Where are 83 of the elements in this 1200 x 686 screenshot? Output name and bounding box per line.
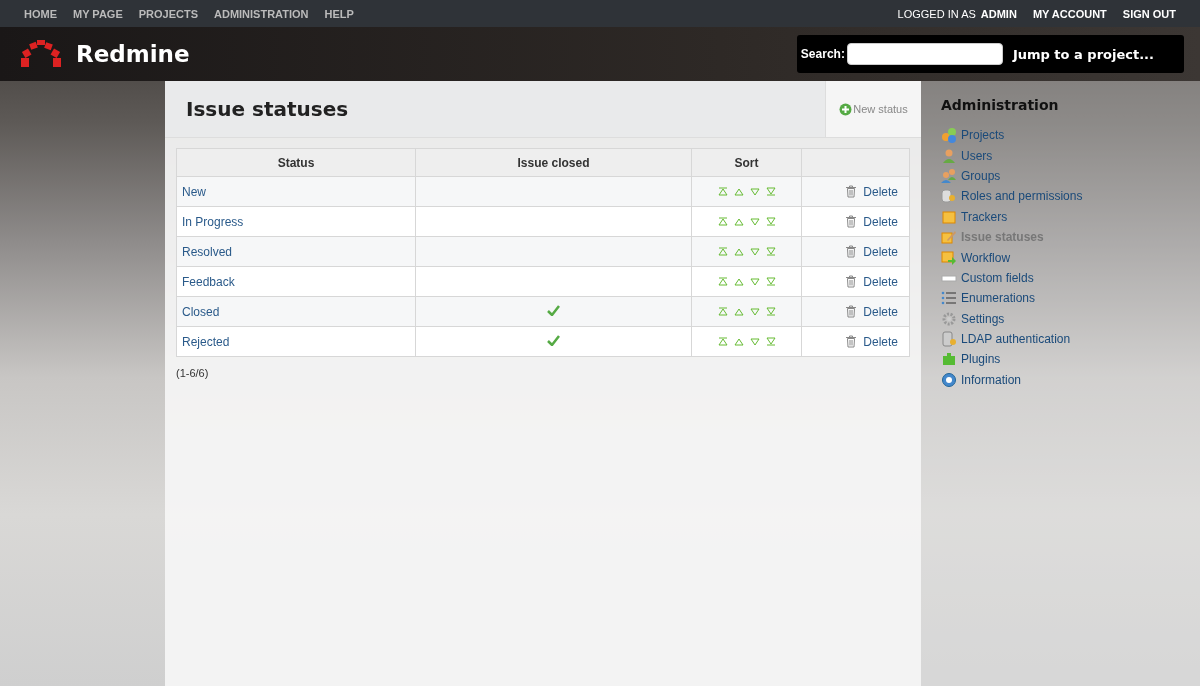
status-link[interactable]: New	[182, 184, 206, 199]
move-bottom-icon[interactable]	[765, 307, 776, 316]
sidebar-link[interactable]: LDAP authentication	[961, 332, 1071, 347]
move-bottom-icon[interactable]	[765, 337, 776, 346]
top-menu-link[interactable]: ADMINISTRATION	[214, 7, 309, 20]
move-down-icon[interactable]	[749, 187, 760, 196]
top-menu-link[interactable]: HELP	[324, 7, 354, 20]
search-field[interactable]	[846, 43, 1003, 65]
move-bottom-icon[interactable]	[765, 277, 776, 286]
user-link[interactable]: ADMIN	[980, 7, 1017, 20]
trash-icon	[845, 215, 858, 228]
sidebar-link[interactable]: Enumerations	[961, 291, 1036, 306]
delete-link[interactable]: Delete	[863, 244, 898, 259]
status-link[interactable]: Closed	[182, 304, 220, 319]
trash-icon	[845, 335, 858, 348]
tracker-icon	[941, 208, 957, 225]
arch-logo-icon	[20, 40, 62, 68]
move-bottom-icon[interactable]	[765, 187, 776, 196]
move-up-icon[interactable]	[733, 277, 744, 286]
gear-icon	[941, 310, 957, 327]
add-icon	[839, 102, 853, 116]
move-down-icon[interactable]	[749, 217, 760, 226]
move-down-icon[interactable]	[749, 247, 760, 256]
move-bottom-icon[interactable]	[765, 217, 776, 226]
sidebar-link[interactable]: Plugins	[961, 352, 1001, 367]
column-header: Status	[176, 148, 416, 177]
move-down-icon[interactable]	[749, 277, 760, 286]
sidebar-link[interactable]: Trackers	[961, 209, 1008, 224]
puzzle-icon	[941, 351, 957, 368]
page-title: Issue statuses	[185, 96, 350, 123]
top-menu-link[interactable]: HOME	[24, 7, 57, 20]
move-up-icon[interactable]	[733, 337, 744, 346]
column-header: Issue closed	[415, 148, 692, 177]
move-top-icon[interactable]	[717, 217, 728, 226]
account-link[interactable]: MY ACCOUNT	[1032, 7, 1107, 20]
new-status-link[interactable]: New status	[825, 81, 921, 137]
trash-icon	[845, 185, 858, 198]
list-icon	[941, 290, 957, 307]
status-link[interactable]: Resolved	[182, 244, 233, 259]
project-jump-dropdown[interactable]: Jump to a project...	[1012, 46, 1154, 62]
move-bottom-icon[interactable]	[765, 247, 776, 256]
user-icon	[941, 147, 957, 164]
search-label: Search:	[800, 47, 845, 61]
app-title[interactable]: Redmine	[76, 41, 190, 67]
delete-link[interactable]: Delete	[863, 334, 898, 349]
status-link[interactable]: Feedback	[182, 274, 235, 289]
projects-icon	[941, 127, 957, 144]
workflow-icon	[941, 249, 957, 266]
trash-icon	[845, 275, 858, 288]
top-menu-link[interactable]: PROJECTS	[138, 7, 198, 20]
sidebar-link[interactable]: Information	[961, 372, 1022, 387]
sidebar-link[interactable]: Workflow	[961, 250, 1011, 265]
trash-icon	[845, 305, 858, 318]
sidebar-link[interactable]: Settings	[961, 311, 1005, 326]
pencil-note-icon	[941, 229, 957, 246]
move-down-icon[interactable]	[749, 307, 760, 316]
status-link[interactable]: In Progress	[182, 214, 244, 229]
sidebar-link[interactable]: Roles and permissions	[961, 189, 1083, 204]
move-up-icon[interactable]	[733, 307, 744, 316]
move-down-icon[interactable]	[749, 337, 760, 346]
move-up-icon[interactable]	[733, 187, 744, 196]
move-up-icon[interactable]	[733, 247, 744, 256]
move-top-icon[interactable]	[717, 247, 728, 256]
move-top-icon[interactable]	[717, 277, 728, 286]
trash-icon	[845, 245, 858, 258]
sidebar-link[interactable]: Custom fields	[961, 270, 1034, 285]
status-link[interactable]: Rejected	[182, 334, 230, 349]
info-icon	[941, 371, 957, 388]
delete-link[interactable]: Delete	[863, 184, 898, 199]
top-menu-link[interactable]: MY PAGE	[73, 7, 123, 20]
delete-link[interactable]: Delete	[863, 274, 898, 289]
delete-link[interactable]: Delete	[863, 214, 898, 229]
move-up-icon[interactable]	[733, 217, 744, 226]
move-top-icon[interactable]	[717, 307, 728, 316]
move-top-icon[interactable]	[717, 187, 728, 196]
logged-in-label: LOGGED IN AS	[897, 7, 976, 20]
account-link[interactable]: SIGN OUT	[1122, 7, 1176, 20]
delete-link[interactable]: Delete	[863, 304, 898, 319]
pagination-count: (1-6/6)	[176, 367, 210, 379]
sidebar-title: Administration	[941, 97, 1060, 113]
move-top-icon[interactable]	[717, 337, 728, 346]
group-icon	[941, 167, 957, 184]
column-header: Sort	[691, 148, 802, 177]
